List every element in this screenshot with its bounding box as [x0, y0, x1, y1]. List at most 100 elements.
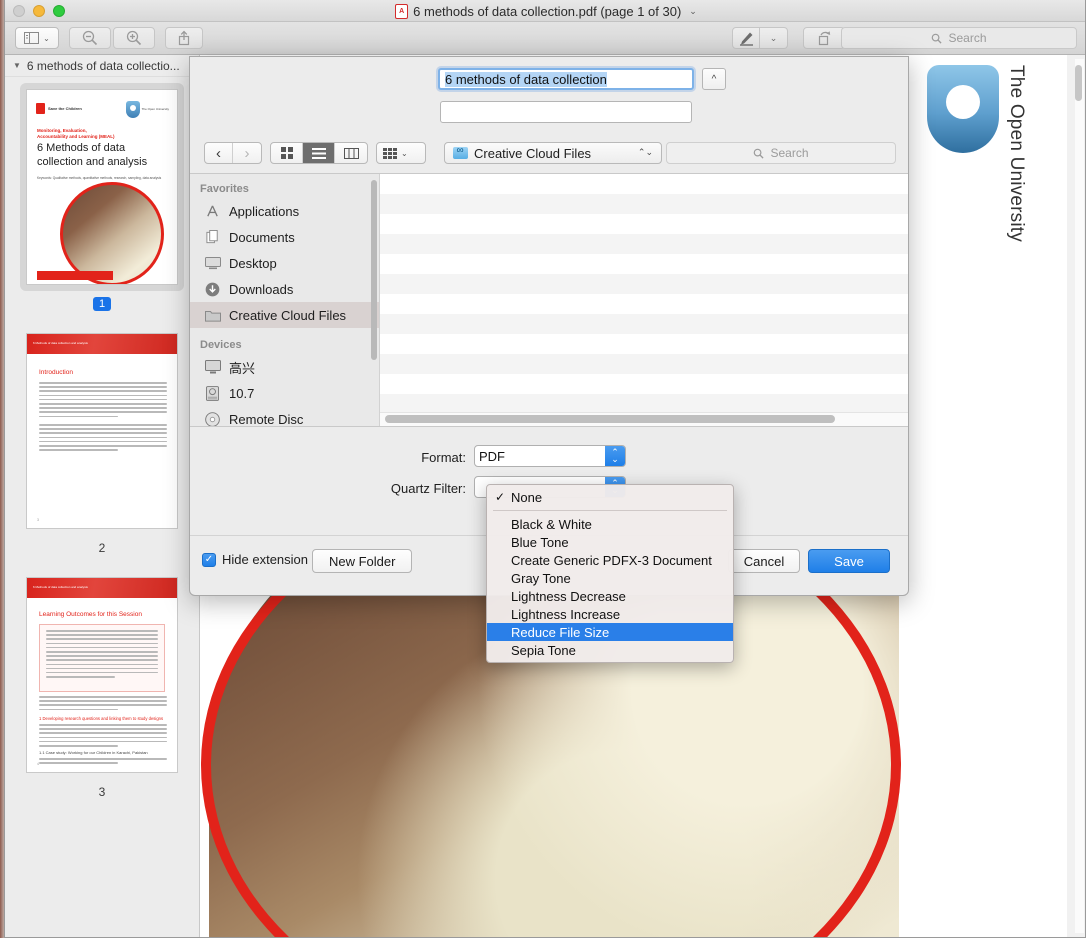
- file-row[interactable]: [380, 294, 908, 314]
- page-band-text: 6 Methods of data collection and analysi…: [33, 585, 88, 589]
- nav-back-button[interactable]: ‹: [205, 143, 234, 163]
- export-as-input[interactable]: 6 methods of data collection: [438, 68, 694, 90]
- file-list-hscrollbar[interactable]: [380, 412, 908, 426]
- document-scrollbar[interactable]: [1075, 59, 1084, 933]
- cover-keywords: Keywords: Qualitative methods, quantitat…: [37, 176, 162, 180]
- cover-kicker: Monitoring, Evaluation, Accountability a…: [37, 128, 115, 140]
- file-row[interactable]: [380, 374, 908, 394]
- zoom-in-button[interactable]: [113, 27, 155, 49]
- sidebar-scrollbar-thumb[interactable]: [371, 180, 377, 360]
- menu-item-reduce-file-size[interactable]: Reduce File Size: [487, 623, 733, 641]
- thumbnail-selection-frame[interactable]: Save the Children The Open University Mo…: [20, 83, 184, 291]
- file-row[interactable]: [380, 254, 908, 274]
- file-row[interactable]: [380, 194, 908, 214]
- sidebar-item-creative-cloud-files[interactable]: Creative Cloud Files: [190, 302, 379, 328]
- creative-cloud-folder-icon: [453, 145, 468, 159]
- thumbnail-sidebar[interactable]: ▼ 6 methods of data collectio... Save th…: [5, 55, 200, 937]
- quartz-filter-menu[interactable]: ✓ None Black & White Blue Tone Create Ge…: [486, 484, 734, 663]
- places-sidebar[interactable]: Favorites Applications Documents Desktop…: [190, 174, 380, 426]
- page-body-lines-5: [39, 758, 167, 766]
- favorites-header: Favorites: [200, 183, 249, 195]
- format-popup-button[interactable]: PDF ⌃ ⌄: [474, 445, 626, 467]
- menu-item-sepia-tone[interactable]: Sepia Tone: [487, 641, 733, 659]
- file-row[interactable]: [380, 214, 908, 234]
- file-row[interactable]: [380, 234, 908, 254]
- markup-button[interactable]: [732, 27, 760, 49]
- cover-title: 6 Methods of data collection and analysi…: [37, 142, 148, 168]
- collapse-dialog-button[interactable]: ^: [702, 68, 726, 90]
- sidebar-item-desktop[interactable]: Desktop: [190, 250, 379, 276]
- file-row[interactable]: [380, 354, 908, 374]
- sidebar-chevron-down-icon[interactable]: ⌄: [43, 34, 50, 43]
- sidebar-item-documents[interactable]: Documents: [190, 224, 379, 250]
- thumbnail-frame-2[interactable]: 6 Methods of data collection and analysi…: [20, 327, 184, 535]
- sidebar-toggle-button[interactable]: ⌄: [15, 27, 59, 49]
- toolbar-search-field[interactable]: Search: [841, 27, 1077, 49]
- scrollbar-thumb[interactable]: [1075, 65, 1082, 101]
- hscrollbar-thumb[interactable]: [385, 415, 835, 423]
- markup-chevron-button[interactable]: ⌄: [760, 27, 788, 49]
- tags-input[interactable]: [440, 101, 692, 123]
- file-row[interactable]: [380, 174, 908, 194]
- sidebar-item-downloads[interactable]: Downloads: [190, 276, 379, 302]
- list-icon: [311, 147, 326, 159]
- file-list[interactable]: [380, 174, 908, 426]
- menu-item-none[interactable]: ✓ None: [487, 488, 733, 506]
- menu-item-create-generic-pdfx3[interactable]: Create Generic PDFX-3 Document: [487, 551, 733, 569]
- column-view-button[interactable]: [335, 143, 367, 163]
- nav-forward-button[interactable]: ›: [233, 143, 261, 163]
- dialog-search-field[interactable]: Search: [666, 142, 896, 164]
- sidebar-item-label: Downloads: [229, 281, 294, 297]
- menu-item-black-and-white[interactable]: Black & White: [487, 515, 733, 533]
- icon-view-button[interactable]: [271, 143, 303, 163]
- save-button[interactable]: Save: [808, 549, 890, 573]
- page-body-lines-3: [39, 696, 167, 713]
- cancel-button[interactable]: Cancel: [728, 549, 800, 573]
- rotate-button[interactable]: [803, 27, 845, 49]
- zoom-out-button[interactable]: [69, 27, 111, 49]
- optical-disc-icon: [204, 411, 221, 426]
- location-popup-button[interactable]: Creative Cloud Files ⌃⌄: [444, 142, 662, 164]
- thumbnail-item-1[interactable]: Save the Children The Open University Mo…: [5, 83, 199, 311]
- menu-item-lightness-increase[interactable]: Lightness Increase: [487, 605, 733, 623]
- share-button[interactable]: [165, 27, 203, 49]
- menu-item-label: Gray Tone: [511, 570, 571, 586]
- page-subheading-2: 1.1 Case study: Working for our Children…: [39, 750, 148, 755]
- arrange-chevron-down-icon: ⌄: [401, 148, 408, 158]
- menu-item-blue-tone[interactable]: Blue Tone: [487, 533, 733, 551]
- menu-item-label: Sepia Tone: [511, 642, 576, 658]
- arrange-button[interactable]: ⌄: [376, 142, 426, 164]
- sidebar-header[interactable]: ▼ 6 methods of data collectio...: [5, 55, 199, 77]
- page-preview-2: 6 Methods of data collection and analysi…: [26, 333, 178, 529]
- hide-extension-checkbox[interactable]: ✓ Hide extension: [202, 552, 308, 567]
- window-titlebar: A 6 methods of data collection.pdf (page…: [5, 0, 1085, 22]
- applications-icon: [204, 203, 221, 220]
- sidebar-item-computer[interactable]: 高兴: [190, 354, 379, 380]
- thumbnail-item-2[interactable]: 6 Methods of data collection and analysi…: [5, 327, 199, 555]
- chevron-down-icon: ⌄: [769, 32, 778, 43]
- list-view-button[interactable]: [303, 143, 335, 163]
- file-row[interactable]: [380, 274, 908, 294]
- menu-item-lightness-decrease[interactable]: Lightness Decrease: [487, 587, 733, 605]
- file-row[interactable]: [380, 314, 908, 334]
- menu-item-gray-tone[interactable]: Gray Tone: [487, 569, 733, 587]
- sidebar-item-applications[interactable]: Applications: [190, 198, 379, 224]
- sidebar-item-remote-disc[interactable]: Remote Disc: [190, 406, 379, 426]
- file-row[interactable]: [380, 334, 908, 354]
- popup-updown-icon: ⌃⌄: [605, 446, 625, 466]
- disclosure-triangle-icon[interactable]: ▼: [13, 61, 21, 70]
- location-label: Creative Cloud Files: [474, 145, 592, 161]
- page-number-label-3: 3: [98, 785, 106, 799]
- save-the-children-logo: Save the Children: [36, 103, 82, 114]
- file-row[interactable]: [380, 394, 908, 414]
- thumbnail-item-3[interactable]: 6 Methods of data collection and analysi…: [5, 571, 199, 799]
- title-chevron-down-icon[interactable]: ⌄: [689, 6, 697, 17]
- stc-mark-icon: [36, 103, 45, 114]
- rotate-icon: [818, 31, 830, 46]
- sidebar-item-harddisk[interactable]: 10.7: [190, 380, 379, 406]
- sidebar-item-label: Documents: [229, 229, 295, 245]
- window-title: 6 methods of data collection.pdf (page 1…: [413, 3, 682, 19]
- ou-logo-label: The Open University: [1006, 65, 1027, 242]
- new-folder-button[interactable]: New Folder: [312, 549, 413, 573]
- thumbnail-frame-3[interactable]: 6 Methods of data collection and analysi…: [20, 571, 184, 779]
